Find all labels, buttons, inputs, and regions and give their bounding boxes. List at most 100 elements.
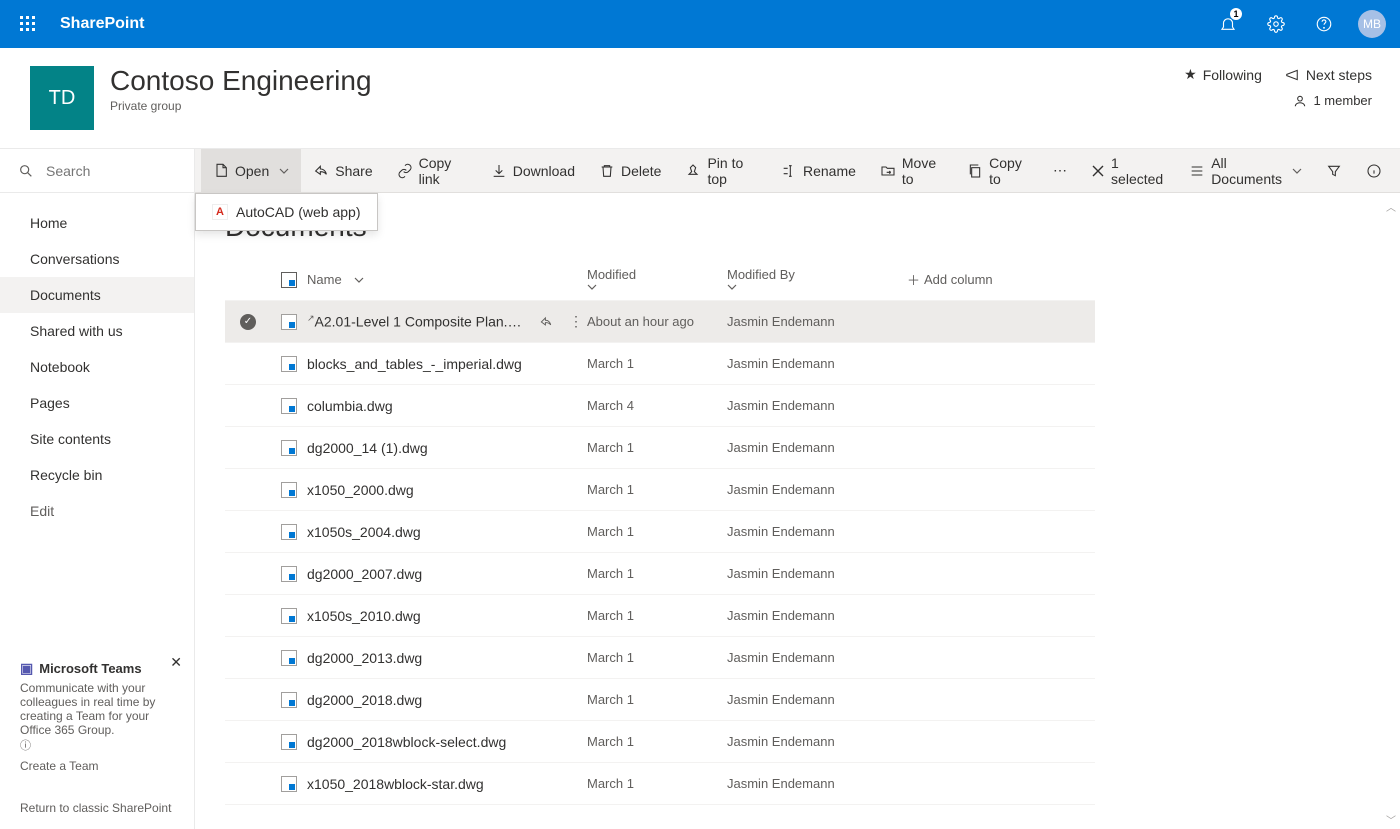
modified-by-cell: Jasmin Endemann [727,776,907,791]
nav-item-shared-with-us[interactable]: Shared with us [0,313,194,349]
table-row[interactable]: blocks_and_tables_-_imperial.dwgMarch 1J… [225,343,1095,385]
nav-item-home[interactable]: Home [0,205,194,241]
nav-item-edit[interactable]: Edit [0,493,194,529]
row-select[interactable] [240,566,256,582]
account-button[interactable]: MB [1348,0,1396,48]
site-logo[interactable]: TD [30,66,94,130]
move-icon [880,163,896,179]
row-select[interactable] [240,692,256,708]
person-icon [1293,94,1307,108]
row-select[interactable] [240,650,256,666]
row-select[interactable] [240,314,256,330]
file-icon [281,650,297,666]
view-menu-button[interactable]: All Documents [1177,149,1314,193]
copy-to-label: Copy to [989,155,1029,187]
download-icon [491,163,507,179]
table-row[interactable]: ↗A2.01-Level 1 Composite Plan.d…⋮About a… [225,301,1095,343]
name-header[interactable]: Name [307,272,587,287]
modified-cell: March 1 [587,608,727,623]
modified-cell: March 1 [587,566,727,581]
copy-icon [967,163,983,179]
help-button[interactable] [1300,0,1348,48]
nav-item-documents[interactable]: Documents [0,277,194,313]
copy-link-button[interactable]: Copy link [385,149,479,193]
move-to-label: Move to [902,155,943,187]
command-bar: Open Share Copy link Download Delete [195,149,1400,193]
rename-icon [781,163,797,179]
move-to-button[interactable]: Move to [868,149,955,193]
rename-button[interactable]: Rename [769,149,868,193]
row-select[interactable] [240,524,256,540]
table-row[interactable]: dg2000_2018wblock-select.dwgMarch 1Jasmi… [225,721,1095,763]
table-row[interactable]: dg2000_14 (1).dwgMarch 1Jasmin Endemann [225,427,1095,469]
share-button[interactable]: Share [301,149,384,193]
nav-item-pages[interactable]: Pages [0,385,194,421]
row-select[interactable] [240,608,256,624]
row-select[interactable] [240,734,256,750]
table-row[interactable]: x1050_2018wblock-star.dwgMarch 1Jasmin E… [225,763,1095,805]
row-select[interactable] [240,440,256,456]
table-row[interactable]: columbia.dwgMarch 4Jasmin Endemann [225,385,1095,427]
filter-button[interactable] [1314,149,1354,193]
promo-close-button[interactable]: ✕ [170,654,182,671]
file-icon [281,356,297,372]
file-icon [281,608,297,624]
clear-icon [1091,163,1105,179]
site-nav: HomeConversationsDocumentsShared with us… [0,193,194,646]
clear-selection-button[interactable]: 1 selected [1079,149,1177,193]
pin-button[interactable]: Pin to top [673,149,769,193]
file-name: x1050_2000.dwg [307,482,414,498]
modified-by-cell: Jasmin Endemann [727,692,907,707]
table-row[interactable]: x1050s_2004.dwgMarch 1Jasmin Endemann [225,511,1095,553]
return-classic-link[interactable]: Return to classic SharePoint [0,787,194,829]
nav-item-notebook[interactable]: Notebook [0,349,194,385]
modified-header[interactable]: Modified [587,267,727,292]
table-row[interactable]: dg2000_2013.dwgMarch 1Jasmin Endemann [225,637,1095,679]
share-icon[interactable] [535,315,557,329]
row-select[interactable] [240,356,256,372]
nav-item-site-contents[interactable]: Site contents [0,421,194,457]
row-select[interactable] [240,398,256,414]
copy-to-button[interactable]: Copy to [955,149,1041,193]
open-autocad-item[interactable]: A AutoCAD (web app) [196,194,377,230]
open-button[interactable]: Open [201,149,301,193]
download-button[interactable]: Download [479,149,587,193]
modified-by-cell: Jasmin Endemann [727,608,907,623]
nav-item-conversations[interactable]: Conversations [0,241,194,277]
search-box[interactable] [0,149,194,193]
table-row[interactable]: x1050_2000.dwg March 1Jasmin Endemann [225,469,1095,511]
info-icon[interactable]: ⓘ [20,740,31,752]
details-button[interactable] [1354,149,1394,193]
nav-item-recycle-bin[interactable]: Recycle bin [0,457,194,493]
next-steps-button[interactable]: Next steps [1284,67,1372,83]
type-header[interactable] [271,272,307,288]
table-row[interactable]: dg2000_2018.dwgMarch 1Jasmin Endemann [225,679,1095,721]
brand-label[interactable]: SharePoint [52,15,152,33]
create-team-link[interactable]: Create a Team [20,759,99,773]
delete-button[interactable]: Delete [587,149,673,193]
members-button[interactable]: 1 member [1293,93,1372,108]
teams-promo: ✕ ▣ Microsoft Teams Communicate with you… [0,646,194,787]
app-launcher-button[interactable] [4,0,52,48]
table-row[interactable]: dg2000_2007.dwgMarch 1Jasmin Endemann [225,553,1095,595]
teams-icon: ▣ [20,660,33,677]
modified-cell: March 1 [587,482,727,497]
notifications-button[interactable]: 1 [1204,0,1252,48]
scrollbar[interactable]: ︿﹀ [1384,199,1398,827]
megaphone-icon [1284,68,1300,82]
overflow-button[interactable]: ⋯ [1041,149,1079,193]
members-label: 1 member [1313,93,1372,108]
row-select[interactable] [240,776,256,792]
add-column-button[interactable]: ＋Add column [907,270,1047,289]
modified-by-header[interactable]: Modified By [727,267,907,292]
site-title[interactable]: Contoso Engineering [110,66,372,97]
row-more-icon[interactable]: ⋮ [565,313,587,330]
settings-button[interactable] [1252,0,1300,48]
modified-by-cell: Jasmin Endemann [727,398,907,413]
following-button[interactable]: ★ Following [1184,66,1262,83]
row-select[interactable] [240,482,256,498]
open-dropdown: A AutoCAD (web app) [195,193,378,231]
modified-by-cell: Jasmin Endemann [727,482,907,497]
filter-icon [1326,163,1342,179]
table-row[interactable]: x1050s_2010.dwgMarch 1Jasmin Endemann [225,595,1095,637]
